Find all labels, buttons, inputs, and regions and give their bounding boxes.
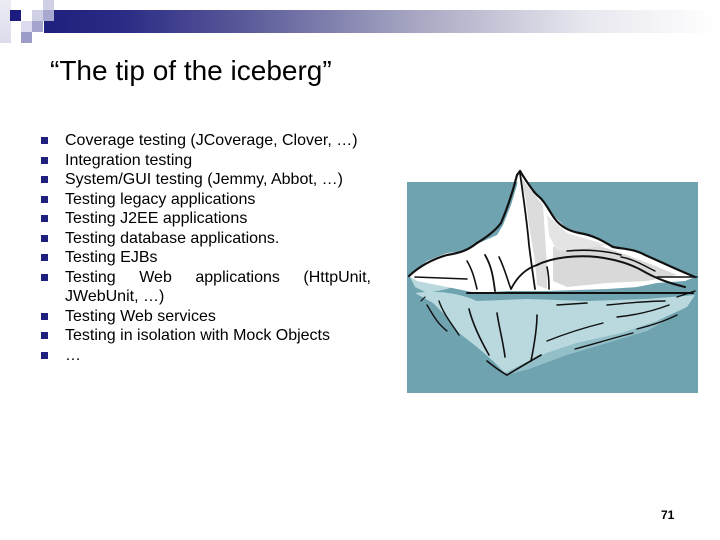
square-bullet-icon (41, 234, 48, 242)
bullet-item: Testing EJBs (41, 248, 371, 268)
page-number: 71 (661, 508, 675, 522)
bullet-item: … (41, 346, 371, 366)
deco-square (21, 21, 32, 32)
bullet-text: … (65, 346, 81, 364)
bullet-item: Testing in isolation with Mock Objects (41, 326, 371, 346)
deco-square (43, 10, 54, 21)
title-banner-bar (44, 10, 716, 33)
deco-square (32, 21, 43, 32)
deco-square (0, 0, 11, 43)
bullet-text: Testing J2EE applications (65, 210, 248, 227)
square-bullet-icon (41, 312, 48, 320)
square-bullet-icon (41, 137, 48, 144)
bullet-text: Testing Web applications (HttpUnit, JWeb… (65, 268, 371, 306)
bullet-item: Testing Web services (41, 307, 371, 327)
bullet-item: Testing legacy applications (41, 190, 371, 210)
bullet-text: System/GUI testing (Jemmy, Abbot, …) (65, 171, 343, 188)
bullet-text: Testing EJBs (65, 249, 158, 266)
bullet-text: Testing legacy applications (65, 190, 256, 208)
bullet-text: Testing in isolation with Mock Objects (65, 327, 330, 344)
square-bullet-icon (41, 351, 48, 359)
bullet-item: Testing J2EE applications (41, 209, 371, 229)
header-decoration (0, 0, 720, 48)
bullet-item: Integration testing (41, 151, 371, 171)
bullet-item: Testing Web applications (HttpUnit, JWeb… (41, 268, 371, 307)
deco-square (21, 32, 32, 43)
square-bullet-icon (41, 273, 48, 281)
slide-title: “The tip of the iceberg” (50, 55, 332, 86)
bullet-text: Coverage testing (JCoverage, Clover, …) (65, 132, 358, 149)
square-bullet-icon (41, 195, 48, 203)
square-bullet-icon (41, 332, 48, 339)
square-bullet-icon (41, 156, 48, 164)
bullet-item: Coverage testing (JCoverage, Clover, …) (41, 131, 371, 151)
square-bullet-icon (41, 176, 48, 183)
bullet-text: Testing Web services (65, 307, 216, 325)
square-bullet-icon (41, 215, 48, 222)
deco-square (10, 10, 21, 21)
bullet-item: Testing database applications. (41, 229, 371, 249)
deco-square (32, 10, 43, 21)
square-bullet-icon (41, 254, 48, 261)
bullet-list: Coverage testing (JCoverage, Clover, …) … (41, 131, 371, 365)
bullet-item: System/GUI testing (Jemmy, Abbot, …) (41, 170, 371, 190)
iceberg-picture (407, 169, 698, 393)
bullet-text: Integration testing (65, 151, 193, 169)
bullet-text: Testing database applications. (65, 229, 280, 247)
